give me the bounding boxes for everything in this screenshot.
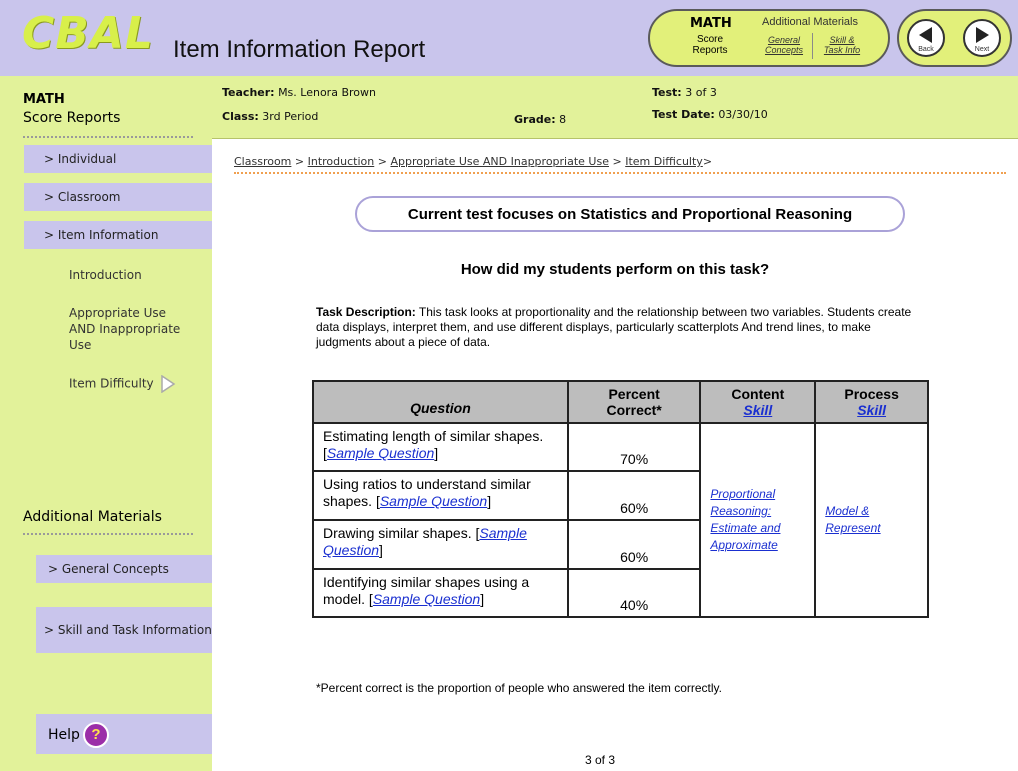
sidebar <box>0 76 212 771</box>
process-skill-cell[interactable]: Model & Represent <box>814 422 929 618</box>
column-header-process-skill: Process Skill <box>814 380 929 424</box>
sidebar-item-individual[interactable]: > Individual <box>24 145 212 173</box>
help-label: Help <box>48 727 80 743</box>
cbal-logo: CBAL <box>22 8 154 59</box>
sidebar-math-title: MATH <box>23 92 65 107</box>
general-concepts-label-2: Concepts <box>764 45 804 55</box>
skill-task-label-2: Task Info <box>823 45 861 55</box>
breadcrumb-separator: > <box>377 155 387 168</box>
breadcrumb-divider <box>234 172 1006 174</box>
test-value: 3 of 3 <box>685 86 717 99</box>
question-cell: Drawing similar shapes. [Sample Question… <box>312 519 569 570</box>
performance-table: Question Percent Correct* Content Skill … <box>312 380 929 618</box>
back-button[interactable]: Back <box>907 19 945 57</box>
question-cell: Estimating length of similar shapes. [Sa… <box>312 422 569 472</box>
sample-question-link[interactable]: Sample Question <box>373 591 480 607</box>
footnote: *Percent correct is the proportion of pe… <box>316 681 722 695</box>
general-concepts-link[interactable]: General Concepts <box>760 35 808 55</box>
menu-divider <box>812 33 813 59</box>
grade-label: Grade: <box>514 113 556 126</box>
teacher-value: Ms. Lenora Brown <box>278 86 376 99</box>
content-skill-cell[interactable]: Proportional Reasoning: Estimate and App… <box>699 422 817 618</box>
task-description: Task Description: This task looks at pro… <box>316 305 922 350</box>
next-arrow-icon <box>976 27 989 43</box>
question-cell: Using ratios to understand similar shape… <box>312 470 569 521</box>
play-triangle-icon <box>161 374 176 394</box>
additional-materials-label: Additional Materials <box>762 16 858 28</box>
column-header-percent: Percent Correct* <box>566 380 702 424</box>
column-header-content-skill: Content Skill <box>699 380 817 424</box>
score-reports-link[interactable]: Score Reports <box>688 34 732 56</box>
score-reports-label-2: Reports <box>692 45 728 56</box>
content-header-1: Content <box>731 386 785 402</box>
breadcrumb-separator: > <box>702 155 713 168</box>
skill-task-info-link[interactable]: Skill & Task Info <box>818 35 866 55</box>
sidebar-subitem-appropriate-use[interactable]: Appropriate Use AND Inappropriate Use <box>69 305 189 353</box>
math-menu: MATH Score Reports Additional Materials … <box>648 9 890 67</box>
percent-cell: 40% <box>566 568 702 618</box>
breadcrumb: Classroom > Introduction > Appropriate U… <box>234 155 712 168</box>
percent-header-2: Correct* <box>606 402 662 418</box>
test-info: Test: 3 of 3 <box>652 86 717 99</box>
test-date-label: Test Date: <box>652 108 715 121</box>
next-label: Next <box>974 46 990 53</box>
column-header-question: Question <box>312 380 569 424</box>
sample-question-link[interactable]: Sample Question <box>327 445 434 461</box>
breadcrumb-classroom[interactable]: Classroom <box>234 155 291 168</box>
sidebar-additional-materials-title: Additional Materials <box>23 509 162 525</box>
content-skill-link[interactable]: Skill <box>707 402 808 418</box>
back-arrow-icon <box>919 27 932 43</box>
percent-cell: 60% <box>566 470 702 521</box>
process-header-1: Process <box>844 386 899 402</box>
process-skill-link[interactable]: Skill <box>822 402 921 418</box>
back-label: Back <box>918 46 934 53</box>
question-cell: Identifying similar shapes using a model… <box>312 568 569 618</box>
grade-value: 8 <box>559 113 567 126</box>
task-description-label: Task Description: <box>316 305 416 319</box>
general-concepts-label-1: General <box>767 35 801 45</box>
next-button[interactable]: Next <box>963 19 1001 57</box>
breadcrumb-item-difficulty[interactable]: Item Difficulty <box>625 155 703 168</box>
sidebar-divider-2 <box>23 533 193 535</box>
score-reports-label-1: Score <box>696 34 724 45</box>
breadcrumb-introduction[interactable]: Introduction <box>308 155 375 168</box>
breadcrumb-separator: > <box>294 155 305 168</box>
nav-controls: Back Next <box>897 9 1012 67</box>
page-number: 3 of 3 <box>585 753 616 767</box>
test-date-info: Test Date: 03/30/10 <box>652 108 768 121</box>
test-label: Test: <box>652 86 682 99</box>
section-heading: How did my students perform on this task… <box>460 261 770 278</box>
table-row: Estimating length of similar shapes. [Sa… <box>312 422 929 618</box>
percent-cell: 70% <box>566 422 702 472</box>
sidebar-score-reports-title: Score Reports <box>23 110 121 126</box>
percent-header-1: Percent <box>608 386 660 402</box>
math-menu-title: MATH <box>690 16 732 31</box>
breadcrumb-separator: > <box>612 155 622 168</box>
question-text: Estimating length of similar shapes. <box>323 428 544 444</box>
sample-question-link[interactable]: Sample Question <box>380 493 487 509</box>
sidebar-item-classroom[interactable]: > Classroom <box>24 183 212 211</box>
sidebar-divider <box>23 136 193 138</box>
class-label: Class: <box>222 110 259 123</box>
test-date-value: 03/30/10 <box>718 108 768 121</box>
table-header-row: Question Percent Correct* Content Skill … <box>312 380 929 424</box>
class-info: Class: 3rd Period <box>222 110 318 123</box>
teacher-label: Teacher: <box>222 86 275 99</box>
teacher-info: Teacher: Ms. Lenora Brown <box>222 86 376 99</box>
sidebar-item-skill-task-info[interactable]: > Skill and Task Information <box>36 607 212 653</box>
sidebar-subitem-item-difficulty[interactable]: Item Difficulty <box>69 374 176 394</box>
class-value: 3rd Period <box>262 110 319 123</box>
sidebar-item-general-concepts[interactable]: > General Concepts <box>36 555 212 583</box>
percent-cell: 60% <box>566 519 702 570</box>
test-focus-banner: Current test focuses on Statistics and P… <box>355 196 905 232</box>
item-difficulty-label: Item Difficulty <box>69 376 154 391</box>
help-question-icon[interactable]: ? <box>83 722 109 748</box>
page-title: Item Information Report <box>173 36 426 63</box>
sidebar-item-item-information[interactable]: > Item Information <box>24 221 212 249</box>
question-text: Drawing similar shapes. <box>323 525 476 541</box>
sidebar-subitem-introduction[interactable]: Introduction <box>69 267 142 283</box>
grade-info: Grade: 8 <box>514 113 566 126</box>
breadcrumb-appropriate-use[interactable]: Appropriate Use AND Inappropriate Use <box>390 155 609 168</box>
skill-task-label-1: Skill & <box>829 35 855 45</box>
